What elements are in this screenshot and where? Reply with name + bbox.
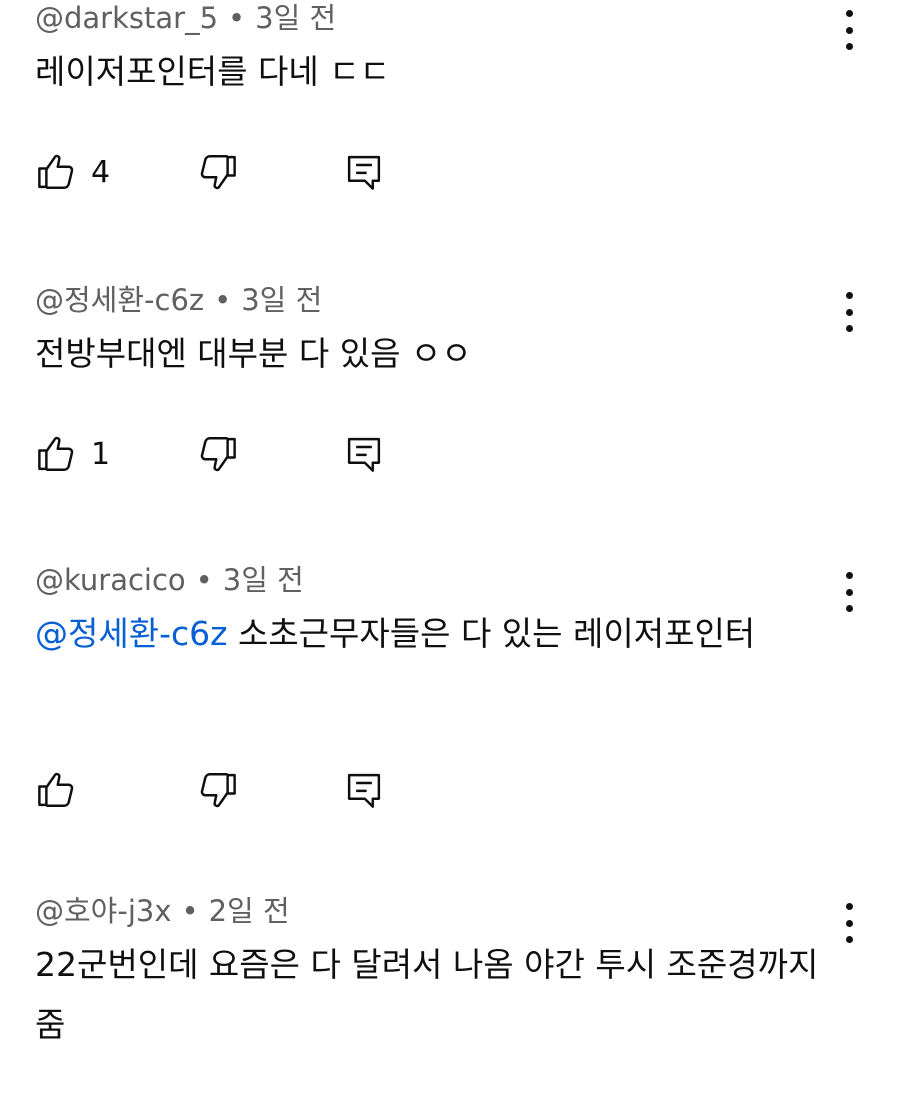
comment-text: 전방부대엔 대부분 다 있음 ㅇㅇ <box>35 334 472 373</box>
comment-text: 레이저포인터를 다네 ㄷㄷ <box>35 52 390 91</box>
like-count: 4 <box>91 154 111 190</box>
comment-author[interactable]: @kuracico <box>35 563 186 597</box>
reply-button[interactable] <box>343 150 385 194</box>
thumbs-up-icon <box>38 772 74 807</box>
thumbs-up-icon <box>38 436 74 471</box>
comment-time: 3일 전 <box>241 283 323 317</box>
meta-separator: • <box>181 894 199 928</box>
comment-item: @정세환-c6z • 3일 전 전방부대엔 대부분 다 있음 ㅇㅇ 1 <box>0 282 900 522</box>
like-button[interactable]: 4 <box>35 150 110 194</box>
comment-actions <box>35 768 435 812</box>
meta-separator: • <box>228 1 246 35</box>
comment-meta: @kuracico • 3일 전 <box>35 562 304 598</box>
comment-time: 3일 전 <box>222 563 304 597</box>
like-count: 1 <box>91 436 111 472</box>
comment-meta: @darkstar_5 • 3일 전 <box>35 0 336 36</box>
comment-author[interactable]: @호야-j3x <box>35 894 172 928</box>
comment-text: 22군번인데 요즘은 다 달려서 나옴 야간 투시 조준경까지 줌 <box>35 945 819 1044</box>
dislike-button[interactable] <box>197 432 239 476</box>
comment-item: @호야-j3x • 2일 전 22군번인데 요즘은 다 달려서 나옴 야간 투시 조… <box>0 893 900 1100</box>
comment-item: @kuracico • 3일 전 @정세환-c6z 소초근무자들은 다 있는 레이저… <box>0 562 900 852</box>
thumbs-down-icon <box>200 437 236 472</box>
like-button[interactable]: 1 <box>35 432 110 476</box>
reply-button[interactable] <box>343 432 385 476</box>
comment-mention[interactable]: @정세환-c6z <box>35 614 227 653</box>
comment-author[interactable]: @정세환-c6z <box>35 283 204 317</box>
comment-meta: @정세환-c6z • 3일 전 <box>35 282 322 318</box>
thumbs-down-icon <box>200 155 236 190</box>
more-vertical-icon[interactable] <box>832 292 866 332</box>
comment-meta: @호야-j3x • 2일 전 <box>35 893 290 929</box>
like-button[interactable] <box>35 768 91 812</box>
more-vertical-icon[interactable] <box>832 903 866 943</box>
meta-separator: • <box>214 283 232 317</box>
reply-comment-icon <box>347 155 381 190</box>
more-vertical-icon[interactable] <box>832 10 866 50</box>
meta-separator: • <box>195 563 213 597</box>
thumbs-down-icon <box>200 773 236 808</box>
comment-actions: 1 <box>35 432 435 476</box>
reply-button[interactable] <box>343 768 385 812</box>
comment-time: 2일 전 <box>208 894 290 928</box>
comment-author[interactable]: @darkstar_5 <box>35 1 218 35</box>
reply-comment-icon <box>347 773 381 808</box>
dislike-button[interactable] <box>197 150 239 194</box>
comment-item: @darkstar_5 • 3일 전 레이저포인터를 다네 ㄷㄷ 4 <box>0 0 900 240</box>
more-vertical-icon[interactable] <box>832 572 866 612</box>
comment-time: 3일 전 <box>255 1 337 35</box>
thumbs-up-icon <box>38 154 74 189</box>
comment-text: @정세환-c6z 소초근무자들은 다 있는 레이저포인터 <box>35 614 756 653</box>
reply-comment-icon <box>347 437 381 472</box>
dislike-button[interactable] <box>197 768 239 812</box>
comment-actions: 4 <box>35 150 435 194</box>
